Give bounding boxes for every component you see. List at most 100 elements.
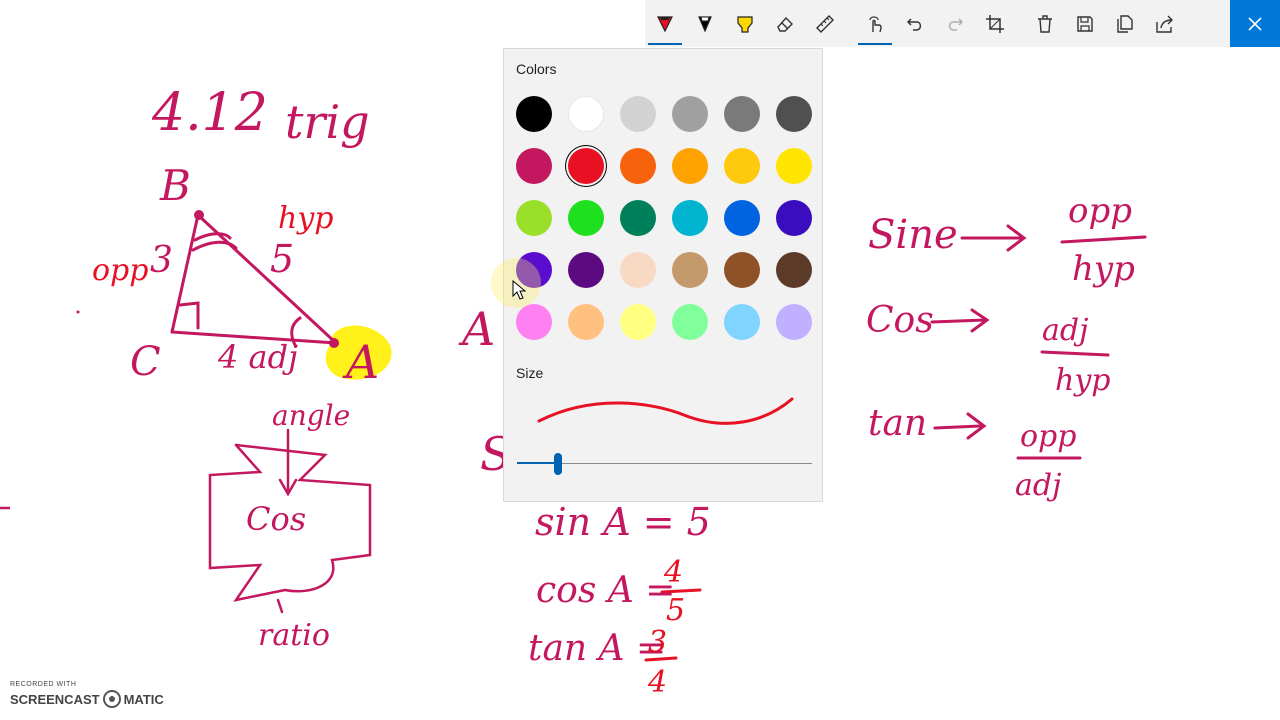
- vertex-c-label: C: [130, 339, 161, 385]
- undo-button[interactable]: [895, 0, 935, 47]
- eraser-icon: [777, 16, 793, 32]
- color-swatch[interactable]: [724, 200, 760, 236]
- color-swatch[interactable]: [776, 304, 812, 340]
- color-swatch[interactable]: [516, 304, 552, 340]
- eq-cos-num: 4: [663, 555, 683, 590]
- color-swatch[interactable]: [568, 304, 604, 340]
- side-5-label: 5: [270, 237, 294, 281]
- ratio-label: ratio: [258, 618, 330, 653]
- color-swatch[interactable]: [620, 252, 656, 288]
- share-button[interactable]: [1145, 0, 1185, 47]
- color-swatch[interactable]: [620, 304, 656, 340]
- partial-letter-a: A: [458, 302, 495, 356]
- colors-heading: Colors: [516, 61, 557, 77]
- opp-label: opp: [92, 253, 148, 288]
- ruler-button[interactable]: [805, 0, 845, 47]
- pencil-icon: [698, 15, 712, 33]
- trash-icon: [1038, 14, 1052, 33]
- undo-icon: [906, 17, 922, 31]
- watermark-left-text: SCREENCAST: [10, 691, 100, 707]
- size-preview-stroke: [537, 397, 794, 425]
- color-swatch[interactable]: [672, 304, 708, 340]
- color-swatch[interactable]: [620, 200, 656, 236]
- ink-toolbar: [645, 0, 1280, 47]
- eq-cos: cos A =: [536, 570, 675, 611]
- highlighter-icon: [737, 15, 753, 33]
- pen-color-flyout: Colors Size: [503, 48, 823, 502]
- color-swatch[interactable]: [516, 200, 552, 236]
- vertex-a-dot: [329, 338, 339, 348]
- copy-icon: [1117, 14, 1133, 33]
- color-swatch[interactable]: [620, 148, 656, 184]
- redo-icon: [948, 17, 964, 31]
- color-swatch[interactable]: [724, 148, 760, 184]
- tan-num-opp: opp: [1020, 419, 1076, 454]
- color-swatch[interactable]: [776, 200, 812, 236]
- touch-writing-button[interactable]: [855, 0, 895, 47]
- color-swatch[interactable]: [568, 252, 604, 288]
- title-number: 4.12: [151, 83, 268, 143]
- eq-tan: tan A =: [528, 628, 666, 669]
- color-swatch[interactable]: [724, 252, 760, 288]
- color-swatch[interactable]: [516, 96, 552, 132]
- color-swatch[interactable]: [672, 252, 708, 288]
- tan-den-adj: adj: [1015, 468, 1061, 503]
- vertex-b-dot: [194, 210, 204, 220]
- ruler-icon: [816, 14, 834, 33]
- angle-label: angle: [272, 399, 350, 432]
- save-icon: [1077, 15, 1093, 32]
- vertex-b-label: B: [159, 161, 191, 210]
- color-swatch[interactable]: [776, 148, 812, 184]
- toolbar-separator: [1015, 0, 1025, 47]
- highlighter-button[interactable]: [725, 0, 765, 47]
- touch-writing-icon: [869, 15, 882, 32]
- title-word: trig: [285, 95, 370, 149]
- size-slider-fill: [517, 462, 558, 464]
- color-swatch[interactable]: [724, 304, 760, 340]
- toolbar-separator: [845, 0, 855, 47]
- color-swatch[interactable]: [672, 96, 708, 132]
- eq-tan-den: 4: [647, 665, 667, 700]
- eq-sin: sin A = 5: [535, 500, 711, 544]
- eraser-button[interactable]: [765, 0, 805, 47]
- delete-button[interactable]: [1025, 0, 1065, 47]
- watermark-right-text: MATIC: [123, 691, 164, 707]
- eq-tan-num: 3: [648, 625, 667, 660]
- copy-button[interactable]: [1105, 0, 1145, 47]
- save-button[interactable]: [1065, 0, 1105, 47]
- vertex-a-label: A: [342, 335, 379, 389]
- cos-box-label: Cos: [246, 500, 306, 538]
- redo-button[interactable]: [935, 0, 975, 47]
- sine-num-opp: opp: [1068, 191, 1132, 231]
- color-swatch[interactable]: [672, 200, 708, 236]
- side-4adj-label: 4 adj: [217, 338, 298, 376]
- size-slider-thumb[interactable]: [554, 453, 562, 475]
- crop-icon: [986, 14, 1004, 33]
- color-swatch[interactable]: [724, 96, 760, 132]
- color-swatch[interactable]: [776, 96, 812, 132]
- sine-den-hyp: hyp: [1072, 249, 1135, 289]
- color-swatch[interactable]: [568, 200, 604, 236]
- recording-watermark: RECORDED WITH SCREENCAST MATIC: [10, 681, 164, 708]
- ballpoint-pen-icon: [657, 15, 673, 32]
- close-icon: [1248, 16, 1262, 31]
- mouse-cursor-icon: [512, 280, 527, 300]
- close-button[interactable]: [1230, 0, 1280, 47]
- color-swatch[interactable]: [776, 252, 812, 288]
- color-swatch[interactable]: [568, 148, 604, 184]
- tan-label: tan: [868, 403, 927, 444]
- color-swatch[interactable]: [620, 96, 656, 132]
- cos-label: Cos: [866, 300, 934, 341]
- cos-num-adj: adj: [1042, 313, 1088, 348]
- crop-button[interactable]: [975, 0, 1015, 47]
- hyp-label: hyp: [278, 201, 333, 236]
- color-swatch[interactable]: [516, 148, 552, 184]
- ballpoint-pen-button[interactable]: [645, 0, 685, 47]
- stray-dot: [76, 310, 80, 314]
- color-swatch[interactable]: [568, 96, 604, 132]
- pencil-button[interactable]: [685, 0, 725, 47]
- cos-den-hyp: hyp: [1055, 363, 1110, 398]
- size-heading: Size: [516, 365, 544, 381]
- sine-label: Sine: [868, 212, 958, 258]
- color-swatch[interactable]: [672, 148, 708, 184]
